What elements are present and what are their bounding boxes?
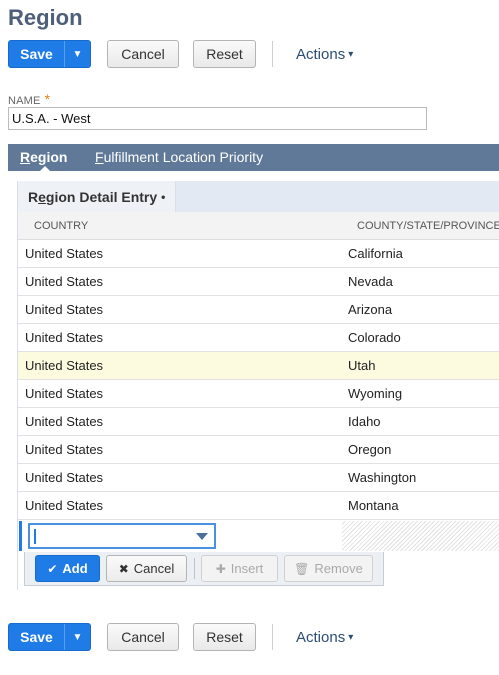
bullet-icon: • — [161, 189, 166, 204]
reset-button[interactable]: Reset — [193, 40, 256, 68]
cell-country[interactable]: United States — [25, 470, 103, 485]
cell-state[interactable]: Nevada — [348, 274, 393, 289]
country-select[interactable] — [28, 523, 216, 549]
subtab-label-mnemonic: e — [38, 188, 46, 205]
save-button-label[interactable]: Save — [9, 41, 64, 67]
column-header-state[interactable]: COUNTY/STATE/PROVINCE — [357, 220, 499, 232]
cell-country[interactable]: United States — [25, 358, 103, 373]
save-dropdown-icon[interactable]: ▼ — [64, 41, 90, 67]
cell-state[interactable]: Oregon — [348, 442, 391, 457]
disabled-state-cell — [342, 521, 499, 551]
top-toolbar: Save ▼ Cancel Reset Actions ▾ — [8, 40, 353, 68]
plus-icon: ✚ — [215, 561, 226, 576]
cell-country[interactable]: United States — [25, 246, 103, 261]
row-focus-marker — [19, 521, 22, 551]
actions-menu[interactable]: Actions ▾ — [296, 46, 353, 63]
table-row[interactable]: United States Montana — [18, 492, 499, 520]
edit-bar-divider — [194, 558, 195, 579]
remove-line-label: Remove — [314, 561, 363, 576]
table-row[interactable]: United States Washington — [18, 464, 499, 492]
tab-bar: Region Fulfillment Location Priority — [8, 144, 499, 173]
cell-country[interactable]: United States — [25, 414, 103, 429]
actions-menu-bottom[interactable]: Actions ▾ — [296, 629, 353, 646]
subtab-label-post: gion Detail Entry — [45, 188, 158, 205]
cell-country[interactable]: United States — [25, 302, 103, 317]
actions-label-bottom[interactable]: Actions — [296, 629, 345, 646]
bottom-toolbar: Save ▼ Cancel Reset Actions ▾ — [8, 623, 353, 651]
cell-state[interactable]: California — [348, 246, 403, 261]
save-dropdown-bottom-icon[interactable]: ▼ — [64, 624, 90, 650]
name-field-label: NAME * — [8, 91, 50, 107]
tab-region-mnemonic: R — [20, 149, 31, 165]
cell-country[interactable]: United States — [25, 442, 103, 457]
text-cursor — [34, 529, 36, 544]
required-icon: * — [44, 91, 51, 107]
region-grid: COUNTRY COUNTY/STATE/PROVINCE United Sta… — [18, 212, 499, 520]
close-icon: ✖ — [118, 561, 129, 576]
tab-fulfillment-location-priority[interactable]: Fulfillment Location Priority — [95, 149, 263, 165]
add-line-label: Add — [62, 561, 88, 576]
new-line-row — [18, 519, 499, 551]
insert-line-button[interactable]: ✚ Insert — [201, 555, 278, 582]
name-label-text: NAME — [8, 95, 41, 107]
toolbar-divider — [272, 41, 273, 67]
dropdown-arrow-icon[interactable] — [196, 533, 208, 540]
save-button-bottom[interactable]: Save ▼ — [8, 623, 91, 651]
tab-fulfillment-mnemonic: F — [95, 149, 104, 165]
cell-country[interactable]: United States — [25, 274, 103, 289]
cell-country[interactable]: United States — [25, 386, 103, 401]
chevron-down-bottom-icon: ▾ — [348, 631, 354, 643]
tab-fulfillment-label: ulfillment Location Priority — [103, 149, 264, 165]
tab-region[interactable]: Region — [20, 149, 68, 173]
table-row[interactable]: United States Colorado — [18, 324, 499, 352]
region-detail-panel: Re gion Detail Entry • COUNTRY COUNTY/STAT… — [17, 181, 499, 590]
table-row[interactable]: United States Nevada — [18, 268, 499, 296]
table-row[interactable]: United States Idaho — [18, 408, 499, 436]
subtab-bar: Re gion Detail Entry • — [18, 181, 499, 212]
save-button[interactable]: Save ▼ — [8, 40, 91, 68]
cell-state[interactable]: Utah — [348, 358, 375, 373]
cell-state[interactable]: Montana — [348, 498, 399, 513]
table-row[interactable]: United States California — [18, 240, 499, 268]
subtab-region-detail-entry[interactable]: Re gion Detail Entry • — [18, 181, 177, 212]
chevron-down-icon: ▾ — [348, 48, 354, 60]
table-row[interactable]: United States Arizona — [18, 296, 499, 324]
cancel-line-label: Cancel — [133, 561, 175, 576]
cell-state[interactable]: Idaho — [348, 414, 381, 429]
grid-body: United States California United States Neva… — [18, 240, 499, 520]
page-title: Region — [8, 5, 83, 30]
check-icon: ✔ — [47, 561, 58, 576]
insert-line-label: Insert — [230, 561, 264, 576]
cell-country[interactable]: United States — [25, 330, 103, 345]
grid-header: COUNTRY COUNTY/STATE/PROVINCE — [18, 212, 499, 240]
cancel-button[interactable]: Cancel — [107, 40, 179, 68]
toolbar-divider-bottom — [272, 624, 273, 650]
tab-region-label: egion — [30, 149, 68, 165]
name-input[interactable] — [8, 107, 427, 130]
subtab-label-pre: R — [28, 188, 39, 205]
cell-state[interactable]: Colorado — [348, 330, 401, 345]
add-line-button[interactable]: ✔ Add — [35, 555, 100, 582]
trash-icon: 🗑 — [294, 561, 310, 576]
actions-label[interactable]: Actions — [296, 46, 345, 63]
reset-button-bottom[interactable]: Reset — [193, 623, 256, 651]
line-edit-bar: ✔ Add ✖ Cancel ✚ Insert 🗑 Remove — [24, 552, 384, 586]
remove-line-button[interactable]: 🗑 Remove — [284, 555, 373, 582]
cell-state[interactable]: Arizona — [348, 302, 392, 317]
table-row[interactable]: United States Oregon — [18, 436, 499, 464]
table-row[interactable]: United States Utah — [18, 352, 499, 380]
cell-country[interactable]: United States — [25, 498, 103, 513]
cancel-line-button[interactable]: ✖ Cancel — [106, 555, 187, 582]
save-button-bottom-label[interactable]: Save — [9, 624, 64, 650]
table-row[interactable]: United States Wyoming — [18, 380, 499, 408]
cancel-button-bottom[interactable]: Cancel — [107, 623, 179, 651]
cell-state[interactable]: Wyoming — [348, 386, 402, 401]
column-header-country[interactable]: COUNTRY — [34, 220, 88, 232]
cell-state[interactable]: Washington — [348, 470, 416, 485]
